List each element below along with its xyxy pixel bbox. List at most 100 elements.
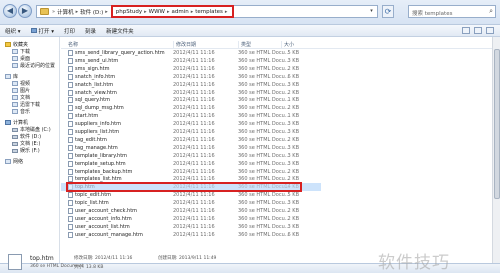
file-size: 3 KB: [287, 144, 299, 151]
sidebar-item[interactable]: 娱乐 (F:): [0, 147, 59, 154]
file-row[interactable]: tag_manage.htm 2012/4/11 11:16 360 se HTML…: [61, 144, 321, 152]
html-file-icon: [68, 200, 73, 207]
file-row[interactable]: sms_send_library_query_action.htm 2012/4/…: [61, 49, 321, 57]
open-menu[interactable]: 打开 ▾: [30, 27, 54, 35]
file-size: 3 KB: [287, 81, 299, 88]
sidebar-item[interactable]: 最近访问的位置: [0, 62, 59, 69]
html-file-icon: [68, 65, 73, 72]
html-file-icon: [68, 81, 73, 88]
view-options-icon[interactable]: [462, 27, 470, 34]
file-size: 3 KB: [287, 129, 299, 135]
file-name: snatch_view.htm: [75, 89, 117, 96]
sidebar-item[interactable]: 文档 (E:): [0, 140, 59, 147]
file-row[interactable]: user_account_info.htm 2012/4/11 11:16 360 …: [61, 215, 321, 223]
sidebar-item[interactable]: 文档: [0, 94, 59, 101]
pictures-icon: [12, 88, 18, 93]
column-header-name[interactable]: 名称: [68, 41, 78, 48]
file-row[interactable]: snatch_view.htm 2012/4/11 11:16 360 se HTM…: [61, 89, 321, 97]
sidebar-item[interactable]: 音乐: [0, 108, 59, 115]
breadcrumb-drive-d[interactable]: 软件 (D:): [80, 8, 103, 16]
file-name: user_account_list.htm: [75, 223, 130, 230]
sidebar-item[interactable]: 下载: [0, 48, 59, 55]
file-date: 2012/4/11 11:16: [173, 136, 215, 143]
breadcrumb-phpstudy[interactable]: phpStudy: [116, 9, 142, 15]
file-row[interactable]: user_account_check.htm 2012/4/11 11:16 360…: [61, 207, 321, 215]
file-row[interactable]: snatch_info.htm 2012/4/11 11:16 360 se HTM…: [61, 73, 321, 81]
file-row[interactable]: start.htm 2012/4/11 11:16 360 se HTML Docu…: [61, 112, 321, 120]
sidebar-item[interactable]: 库: [0, 73, 59, 80]
refresh-button[interactable]: ⟳: [382, 5, 394, 18]
drive-icon: [12, 141, 18, 146]
file-row[interactable]: suppliers_info.htm 2012/4/11 11:16 360 se …: [61, 120, 321, 128]
sidebar-item-label: 文档: [20, 95, 31, 101]
file-row[interactable]: topic_list.htm 2012/4/11 11:16 360 se HTML…: [61, 199, 321, 207]
burn-button[interactable]: 刻录: [85, 27, 96, 35]
file-row[interactable]: topic_edit.htm 2012/4/11 11:16 360 se HTML…: [61, 191, 321, 199]
file-date: 2012/4/11 11:16: [173, 113, 215, 120]
organize-menu[interactable]: 组织 ▾: [5, 27, 21, 35]
column-header-date[interactable]: 修改日期: [173, 41, 196, 48]
sidebar-item[interactable]: 网络: [0, 158, 59, 165]
column-header-type[interactable]: 类型: [238, 41, 251, 48]
search-input[interactable]: 搜索 templates ⌕: [408, 5, 496, 18]
sidebar-item[interactable]: 软件 (D:): [0, 133, 59, 140]
help-icon[interactable]: [486, 27, 494, 34]
file-size: 1 KB: [287, 113, 299, 120]
breadcrumb-templates[interactable]: templates: [195, 9, 223, 15]
file-row[interactable]: suppliers_list.htm 2012/4/11 11:16 360 se …: [61, 128, 321, 136]
sidebar-item[interactable]: 图片: [0, 87, 59, 94]
file-size: 2 KB: [287, 136, 299, 143]
search-icon[interactable]: ⌕: [489, 7, 493, 16]
file-row[interactable]: templates_backup.htm 2012/4/11 11:16 360 s…: [61, 168, 321, 176]
file-date: 2012/4/11 11:16: [173, 129, 215, 135]
vertical-scrollbar[interactable]: [492, 37, 500, 263]
html-file-icon: [68, 89, 73, 96]
sidebar-item[interactable]: 视频: [0, 80, 59, 87]
scrollbar-thumb[interactable]: [494, 49, 500, 199]
preview-pane-icon[interactable]: [474, 27, 482, 34]
file-name: tag_edit.htm: [75, 136, 107, 143]
sidebar-item[interactable]: 本地磁盘 (C:): [0, 126, 59, 133]
file-name: templates_backup.htm: [75, 168, 133, 175]
file-row[interactable]: sql_query.htm 2012/4/11 11:16 360 se HTML …: [61, 96, 321, 104]
file-row[interactable]: tag_edit.htm 2012/4/11 11:16 360 se HTML D…: [61, 136, 321, 144]
breadcrumb-admin[interactable]: admin: [171, 9, 188, 15]
file-row[interactable]: sql_dump_msg.htm 2012/4/11 11:16 360 se HT…: [61, 104, 321, 112]
file-row[interactable]: user_account_list.htm 2012/4/11 11:16 360 …: [61, 223, 321, 231]
new-folder-button[interactable]: 新建文件夹: [106, 27, 134, 35]
sidebar-item-label: 图片: [20, 88, 31, 94]
sidebar-item[interactable]: 迅雷下载: [0, 101, 59, 108]
html-file-icon: [68, 57, 73, 64]
file-row[interactable]: template_setup.htm 2012/4/11 11:16 360 se …: [61, 160, 321, 168]
sidebar-item[interactable]: 计算机: [0, 119, 59, 126]
sidebar-item[interactable]: 桌面: [0, 55, 59, 62]
file-row[interactable]: template_library.htm 2012/4/11 11:16 360 s…: [61, 152, 321, 160]
address-box[interactable]: » 计算机 ▸ 软件 (D:) ▸ phpStudy ▸ WWW ▸ admin…: [36, 5, 378, 18]
file-size: 5 KB: [287, 50, 299, 56]
sidebar-item-label: 下载: [20, 49, 31, 55]
breadcrumb-www[interactable]: WWW: [149, 9, 165, 15]
file-row[interactable]: sms_send_ui.htm 2012/4/11 11:16 360 se HTM…: [61, 57, 321, 65]
sidebar-item-label: 音乐: [20, 109, 31, 115]
back-button[interactable]: ◀: [3, 4, 17, 18]
file-name: user_account_check.htm: [75, 208, 138, 214]
address-dropdown-icon[interactable]: ▾: [368, 8, 375, 15]
file-date: 2012/4/11 11:16: [173, 89, 215, 96]
file-name: sql_query.htm: [75, 97, 110, 104]
file-row[interactable]: user_account_manage.htm 2012/4/11 11:16 36…: [61, 231, 321, 239]
breadcrumb-computer[interactable]: 计算机: [57, 8, 74, 16]
html-file-icon: [68, 136, 73, 143]
forward-button[interactable]: ▶: [18, 4, 32, 18]
column-header-size[interactable]: 大小: [281, 41, 294, 48]
file-row[interactable]: snatch_list.htm 2012/4/11 11:16 360 se HTM…: [61, 81, 321, 89]
file-size: 6 KB: [287, 73, 299, 80]
file-size: 5 KB: [287, 192, 299, 199]
html-file-icon: [68, 105, 73, 112]
sidebar-item-label: 娱乐 (F:): [20, 148, 40, 154]
print-button[interactable]: 打印: [64, 27, 75, 35]
file-row[interactable]: sms_sign.htm 2012/4/11 11:16 360 se HTML D…: [61, 65, 321, 73]
file-name: snatch_list.htm: [75, 81, 114, 88]
sidebar-item[interactable]: 收藏夹: [0, 41, 59, 48]
file-size: 2 KB: [287, 105, 299, 112]
recent-icon: [12, 63, 18, 68]
